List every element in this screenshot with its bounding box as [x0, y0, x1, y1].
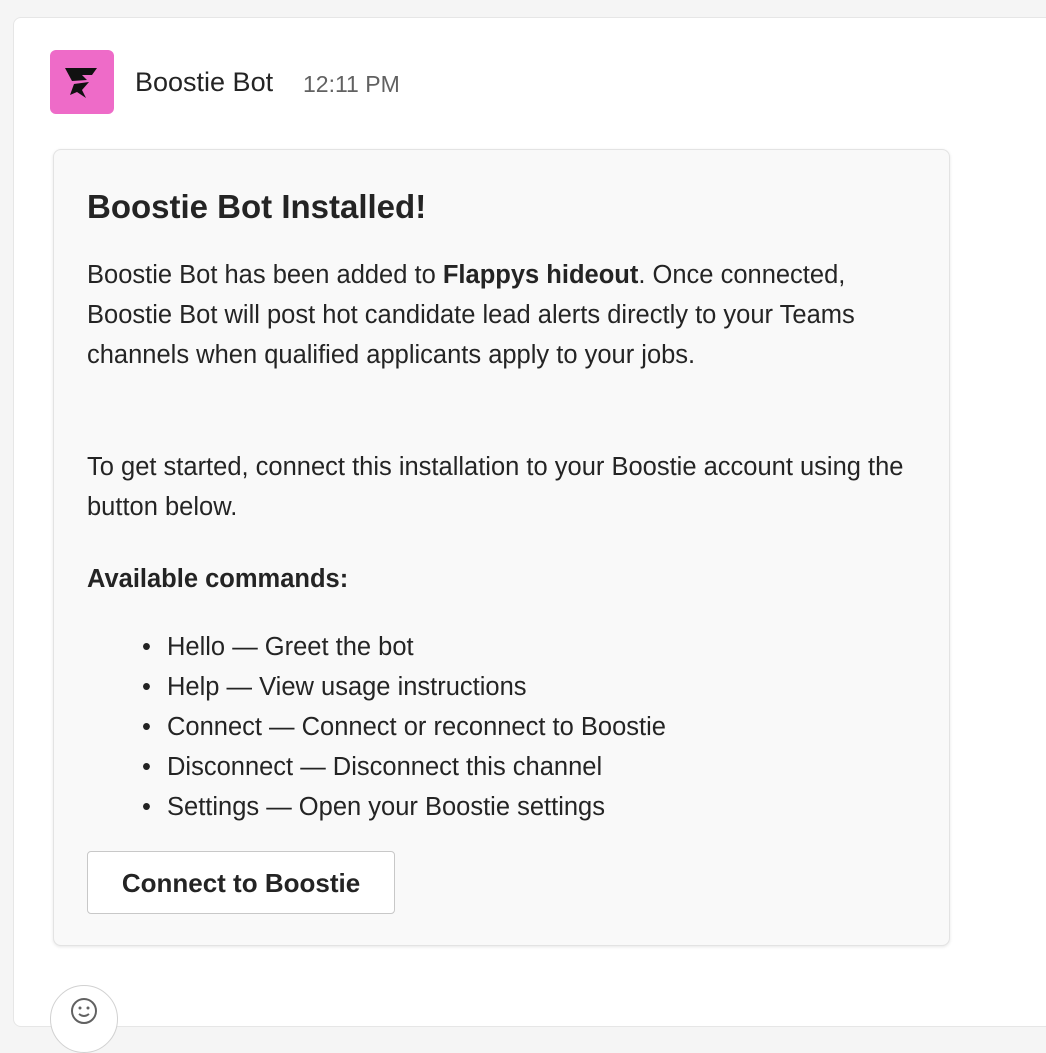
- intro-text-start: Boostie Bot has been added to: [87, 261, 443, 289]
- add-reaction-button[interactable]: [50, 985, 118, 1053]
- bot-avatar[interactable]: [50, 50, 114, 114]
- command-list: • Hello — Greet the bot • Help — View usag…: [87, 627, 666, 827]
- command-text: Disconnect — Disconnect this channel: [167, 753, 603, 781]
- connect-to-boostie-button[interactable]: Connect to Boostie: [87, 851, 395, 914]
- bullet-icon: •: [142, 793, 151, 821]
- boostie-logo-icon: [65, 68, 97, 98]
- message-timestamp: 12:11 PM: [303, 71, 400, 97]
- command-text: Connect — Connect or reconnect to Boosti…: [167, 713, 666, 741]
- bullet-icon: •: [142, 713, 151, 741]
- command-text: Help — View usage instructions: [167, 673, 527, 701]
- bullet-icon: •: [142, 753, 151, 781]
- adaptive-card: Boostie Bot Installed! Boostie Bot has b…: [53, 149, 950, 946]
- list-item: • Hello — Greet the bot: [142, 627, 666, 667]
- bullet-icon: •: [142, 673, 151, 701]
- card-intro-paragraph: Boostie Bot has been added to Flappys hi…: [87, 255, 927, 375]
- list-item: • Connect — Connect or reconnect to Boost…: [142, 707, 666, 747]
- command-text: Settings — Open your Boostie settings: [167, 793, 605, 821]
- emoji-smile-icon: [71, 998, 97, 1024]
- list-item: • Disconnect — Disconnect this channel: [142, 747, 666, 787]
- list-item: • Help — View usage instructions: [142, 667, 666, 707]
- bullet-icon: •: [142, 633, 151, 661]
- card-instructions-paragraph: To get started, connect this installatio…: [87, 453, 904, 521]
- list-item: • Settings — Open your Boostie settings: [142, 787, 666, 827]
- commands-heading: Available commands:: [87, 565, 349, 593]
- team-name: Flappys hideout: [442, 261, 639, 289]
- sender-name[interactable]: Boostie Bot: [135, 66, 273, 98]
- card-title: Boostie Bot Installed!: [87, 188, 427, 225]
- command-text: Hello — Greet the bot: [167, 633, 414, 661]
